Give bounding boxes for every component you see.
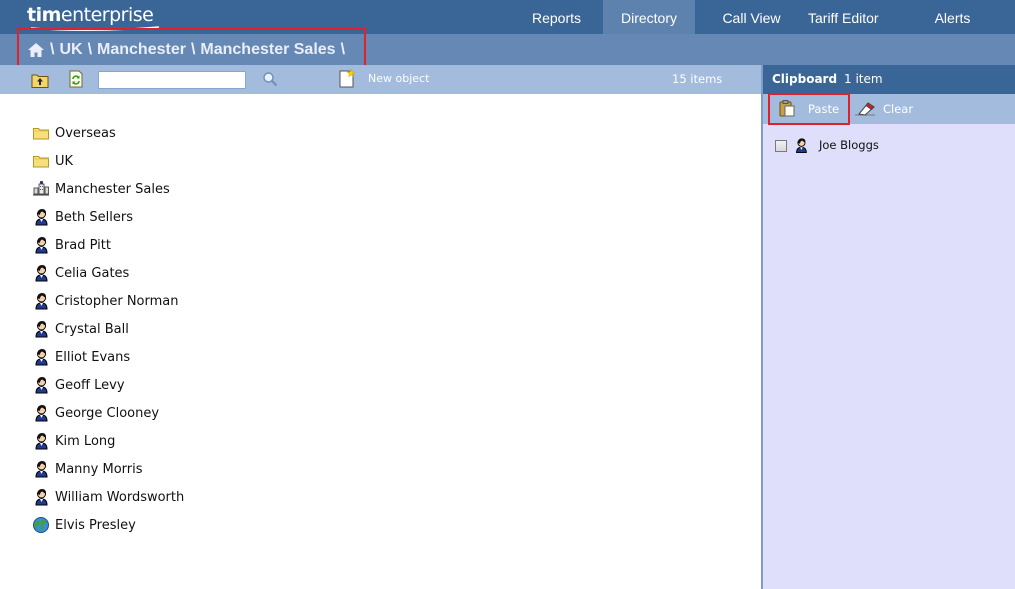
list-item[interactable]: George Clooney bbox=[32, 399, 732, 427]
user-icon bbox=[32, 236, 50, 254]
list-item[interactable]: Cristopher Norman bbox=[32, 287, 732, 315]
tab-directory[interactable]: Directory bbox=[603, 0, 695, 34]
user-icon bbox=[32, 404, 50, 422]
user-icon bbox=[32, 460, 50, 478]
list-item-label: Beth Sellers bbox=[55, 209, 133, 225]
list-item[interactable]: Crystal Ball bbox=[32, 315, 732, 343]
globe-icon bbox=[32, 516, 50, 534]
list-item-label: Brad Pitt bbox=[55, 237, 111, 253]
new-object-icon[interactable] bbox=[339, 69, 356, 88]
clear-button[interactable]: Clear bbox=[883, 102, 913, 116]
list-item[interactable]: UK bbox=[32, 147, 732, 175]
clipboard-item-label[interactable]: Joe Bloggs bbox=[819, 138, 879, 152]
list-item-label: Overseas bbox=[55, 125, 116, 141]
user-icon bbox=[32, 208, 50, 226]
list-item-label: UK bbox=[55, 153, 74, 169]
new-object-button[interactable]: New object bbox=[368, 72, 429, 85]
directory-list: Overseas UK Manchester Sales Beth Seller… bbox=[32, 119, 732, 539]
department-icon bbox=[32, 180, 50, 198]
tab-reports[interactable]: Reports bbox=[510, 0, 603, 34]
user-icon bbox=[32, 292, 50, 310]
tab-call-view[interactable]: Call View bbox=[695, 0, 808, 34]
list-item[interactable]: Kim Long bbox=[32, 427, 732, 455]
search-input[interactable] bbox=[98, 71, 246, 89]
logo-rest-text: enterprise bbox=[60, 4, 154, 26]
user-icon bbox=[32, 320, 50, 338]
list-item-label: Cristopher Norman bbox=[55, 293, 179, 309]
folder-icon bbox=[32, 124, 50, 142]
item-count: 15 items bbox=[672, 72, 723, 86]
list-item[interactable]: Beth Sellers bbox=[32, 203, 732, 231]
logo-bold-text: tim bbox=[27, 4, 61, 26]
list-item[interactable]: Manny Morris bbox=[32, 455, 732, 483]
clipboard-item-checkbox[interactable] bbox=[775, 140, 787, 152]
list-item-label: George Clooney bbox=[55, 405, 160, 421]
user-icon bbox=[32, 264, 50, 282]
folder-icon bbox=[32, 152, 50, 170]
user-icon bbox=[32, 376, 50, 394]
clipboard-count: 1 item bbox=[844, 72, 883, 86]
refresh-icon[interactable] bbox=[67, 70, 85, 88]
paste-highlight bbox=[768, 93, 850, 125]
magnifier-icon[interactable] bbox=[262, 71, 278, 87]
list-item-label: Celia Gates bbox=[55, 265, 130, 281]
list-item-label: Elvis Presley bbox=[55, 517, 136, 533]
list-item-label: Manchester Sales bbox=[55, 181, 170, 197]
tab-tariff-editor[interactable]: Tariff Editor bbox=[808, 0, 890, 34]
list-item[interactable]: Overseas bbox=[32, 119, 732, 147]
eraser-icon[interactable] bbox=[853, 99, 877, 117]
user-icon bbox=[793, 137, 809, 154]
list-item-label: Manny Morris bbox=[55, 461, 143, 477]
list-item-label: Kim Long bbox=[55, 433, 116, 449]
app-logo: tim enterprise bbox=[27, 4, 160, 32]
list-item[interactable]: William Wordsworth bbox=[32, 483, 732, 511]
list-item-label: Elliot Evans bbox=[55, 349, 131, 365]
list-item[interactable]: Geoff Levy bbox=[32, 371, 732, 399]
list-item[interactable]: Celia Gates bbox=[32, 259, 732, 287]
tab-alerts[interactable]: Alerts bbox=[890, 0, 1015, 34]
clipboard-title: Clipboard bbox=[772, 72, 838, 86]
list-item[interactable]: Brad Pitt bbox=[32, 231, 732, 259]
list-item-label: Geoff Levy bbox=[55, 377, 125, 393]
user-icon bbox=[32, 488, 50, 506]
list-item-label: Crystal Ball bbox=[55, 321, 129, 337]
list-item[interactable]: Elliot Evans bbox=[32, 343, 732, 371]
main-nav: Reports Directory Call View Tariff Edito… bbox=[510, 0, 1015, 34]
breadcrumb-highlight bbox=[17, 28, 366, 68]
user-icon bbox=[32, 348, 50, 366]
list-item[interactable]: Manchester Sales bbox=[32, 175, 732, 203]
user-icon bbox=[32, 432, 50, 450]
list-item-label: William Wordsworth bbox=[55, 489, 185, 505]
list-item[interactable]: Elvis Presley bbox=[32, 511, 732, 539]
folder-up-icon[interactable] bbox=[31, 71, 49, 89]
